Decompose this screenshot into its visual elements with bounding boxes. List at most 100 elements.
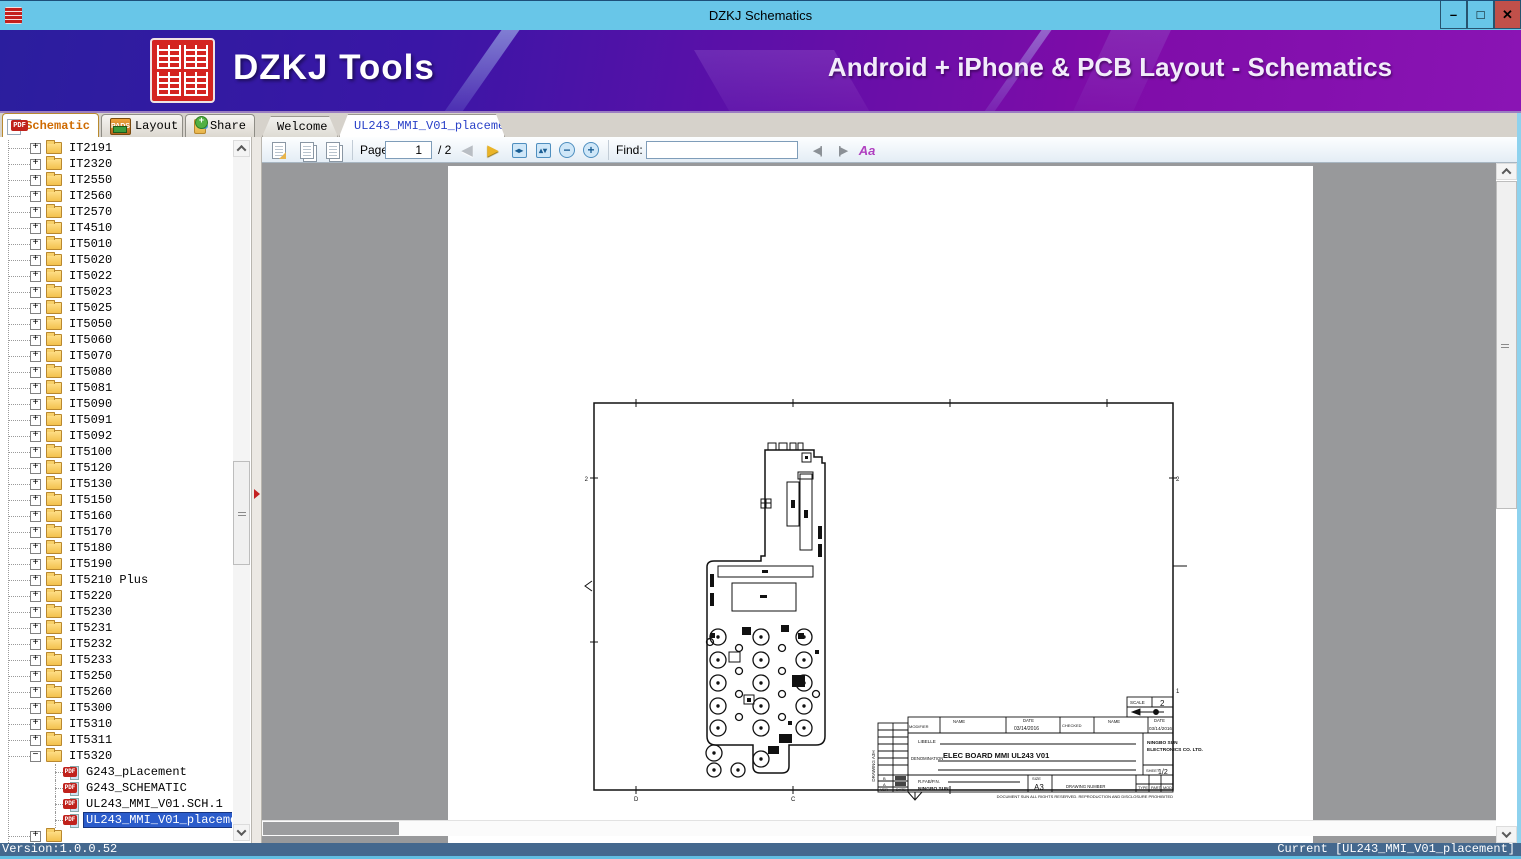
tree-item-label[interactable]: IT5010 <box>67 237 114 251</box>
tree-expander-icon[interactable] <box>30 159 41 170</box>
tree-item-label[interactable]: IT5190 <box>67 557 114 571</box>
scroll-down-icon[interactable] <box>233 824 250 841</box>
tree-expander-icon[interactable] <box>30 575 41 586</box>
tree-item[interactable]: PDF IT5170 <box>0 524 232 540</box>
tree-item[interactable]: PDF IT5160 <box>0 508 232 524</box>
tree-expander-icon[interactable] <box>30 335 41 346</box>
tree-expander-icon[interactable] <box>30 271 41 282</box>
tree-item[interactable]: PDF IT5010 <box>0 236 232 252</box>
tree-item[interactable]: PDF IT5081 <box>0 380 232 396</box>
tree-item[interactable]: PDF IT2560 <box>0 188 232 204</box>
tree-item[interactable]: PDF IT5080 <box>0 364 232 380</box>
tree-expander-icon[interactable] <box>30 239 41 250</box>
horizontal-scrollbar[interactable] <box>262 820 1496 836</box>
tree-expander-icon[interactable] <box>30 207 41 218</box>
tree-item[interactable]: PDF IT5090 <box>0 396 232 412</box>
tab-document-placement[interactable]: UL243_MMI_V01_placement x <box>339 114 505 137</box>
tree-item-label[interactable]: IT5300 <box>67 701 114 715</box>
tree-expander-icon[interactable] <box>30 431 41 442</box>
tab-welcome[interactable]: Welcome <box>262 116 338 137</box>
tree-item[interactable]: PDF IT5025 <box>0 300 232 316</box>
tab-layout[interactable]: PADS Layout <box>101 114 183 137</box>
tree-item[interactable]: PDF IT5091 <box>0 412 232 428</box>
tree-expander-icon[interactable] <box>30 143 41 154</box>
tree-item-label[interactable]: IT5310 <box>67 717 114 731</box>
tree-expander-icon[interactable] <box>30 175 41 186</box>
zoom-out-icon[interactable]: − <box>558 141 576 159</box>
pdf-viewer[interactable]: 2 2 1 D C <box>262 163 1496 843</box>
tree-item-label[interactable]: IT5090 <box>67 397 114 411</box>
tree-item-label[interactable]: IT5080 <box>67 365 114 379</box>
tree-expander-icon[interactable] <box>30 383 41 394</box>
tree-item-label[interactable]: G243_pLacement <box>84 765 189 779</box>
tree-item[interactable]: PDF IT5250 <box>0 668 232 684</box>
tree-expander-icon[interactable] <box>30 399 41 410</box>
tree-expander-icon[interactable] <box>30 639 41 650</box>
tree-item[interactable]: PDF IT2191 <box>0 140 232 156</box>
fit-page-icon[interactable]: ▴▾ <box>534 141 552 159</box>
tree-item-label[interactable]: IT5233 <box>67 653 114 667</box>
tree-item[interactable]: PDF IT5190 <box>0 556 232 572</box>
rotate-right-icon[interactable] <box>324 141 342 159</box>
tree-item-label[interactable]: IT5060 <box>67 333 114 347</box>
tree-item[interactable]: PDF IT5230 <box>0 604 232 620</box>
tree-expander-icon[interactable] <box>30 719 41 730</box>
tree-expander-icon[interactable] <box>30 319 41 330</box>
tree-expander-icon[interactable] <box>30 367 41 378</box>
next-page-icon[interactable]: ▶ <box>484 141 502 159</box>
tree-expander-icon[interactable] <box>30 831 41 842</box>
tree-expander-icon[interactable] <box>30 543 41 554</box>
tree-expander-icon[interactable] <box>30 735 41 746</box>
tree-item[interactable]: PDF IT2550 <box>0 172 232 188</box>
tab-share[interactable]: Share <box>185 114 255 137</box>
tree-item-label[interactable]: IT5020 <box>67 253 114 267</box>
tree-expander-icon[interactable] <box>30 703 41 714</box>
tree-item-label[interactable]: IT5120 <box>67 461 114 475</box>
tree-expander-icon[interactable] <box>30 223 41 234</box>
maximize-button[interactable]: □ <box>1467 1 1494 29</box>
tree-expander-icon[interactable] <box>30 191 41 202</box>
tree-expander-icon[interactable] <box>30 607 41 618</box>
tree-expander-icon[interactable] <box>30 671 41 682</box>
tree-item-label[interactable]: IT5025 <box>67 301 114 315</box>
tree-item-label[interactable]: IT5230 <box>67 605 114 619</box>
tree-item[interactable]: PDF IT5231 <box>0 620 232 636</box>
tree-item-label[interactable]: IT5170 <box>67 525 114 539</box>
tree-item[interactable]: PDF IT5023 <box>0 284 232 300</box>
tree-item[interactable]: PDF IT5070 <box>0 348 232 364</box>
find-prev-icon[interactable]: ◀| <box>808 141 826 159</box>
tree-expander-icon[interactable] <box>30 351 41 362</box>
tree-item-label[interactable]: UL243_MMI_V01.SCH.1 <box>84 797 225 811</box>
page-layout-icon[interactable] <box>270 141 288 159</box>
tree-item[interactable]: PDF IT5050 <box>0 316 232 332</box>
tree-expander-icon[interactable] <box>30 655 41 666</box>
tree-expander-icon[interactable] <box>30 511 41 522</box>
tree-item-label[interactable]: IT5092 <box>67 429 114 443</box>
tree-item-label[interactable]: IT2550 <box>67 173 114 187</box>
fit-width-icon[interactable]: ◂▸ <box>510 141 528 159</box>
tree-item-label[interactable]: IT5023 <box>67 285 114 299</box>
tree-item-label[interactable]: IT4510 <box>67 221 114 235</box>
viewer-scroll-thumb[interactable] <box>1496 181 1517 509</box>
tree-item-label[interactable]: UL243_MMI_V01_placement <box>84 813 232 827</box>
tree-item[interactable]: PDF IT5150 <box>0 492 232 508</box>
page-number-input[interactable] <box>385 141 432 159</box>
tree-item[interactable]: PDF IT5233 <box>0 652 232 668</box>
tree-item-label[interactable]: IT5220 <box>67 589 114 603</box>
tree-item[interactable]: PDF IT5260 <box>0 684 232 700</box>
tree-item-label[interactable]: IT5232 <box>67 637 114 651</box>
tree-item-label[interactable]: IT5081 <box>67 381 114 395</box>
zoom-in-icon[interactable]: + <box>582 141 600 159</box>
tree-expander-icon[interactable] <box>30 591 41 602</box>
tree-item[interactable]: PDF IT2570 <box>0 204 232 220</box>
tree-item[interactable]: PDF G243_SCHEMATIC <box>0 780 232 796</box>
tree-item-label[interactable]: IT5180 <box>67 541 114 555</box>
tree-item-label[interactable]: IT5160 <box>67 509 114 523</box>
tree-item-label[interactable]: IT5311 <box>67 733 114 747</box>
tree-item[interactable]: PDF IT5060 <box>0 332 232 348</box>
tree-item[interactable]: PDF IT2320 <box>0 156 232 172</box>
tree-item[interactable]: PDF IT5022 <box>0 268 232 284</box>
find-input[interactable] <box>646 141 798 159</box>
tree-expander-icon[interactable] <box>30 415 41 426</box>
tab-schematic[interactable]: PDF Schematic <box>2 113 99 137</box>
